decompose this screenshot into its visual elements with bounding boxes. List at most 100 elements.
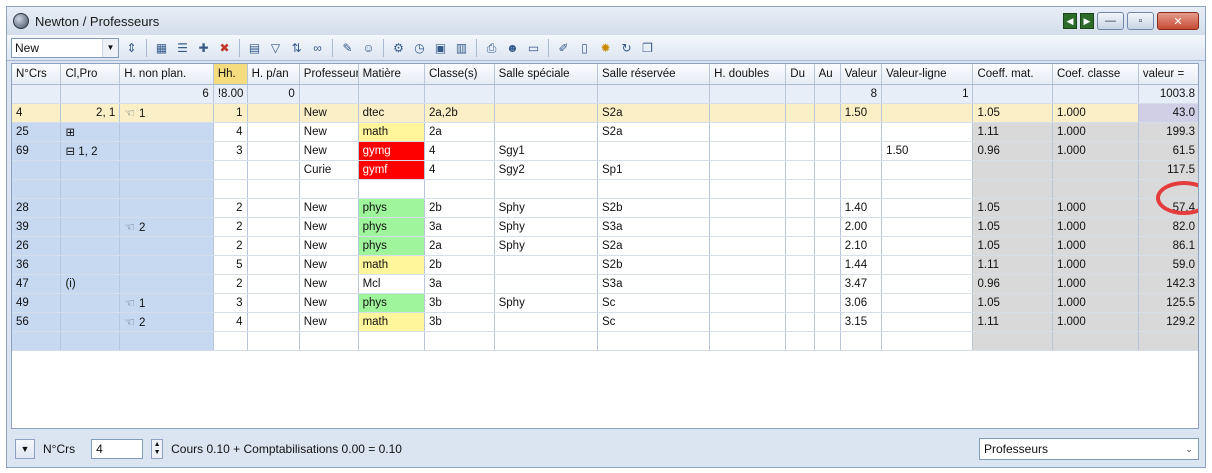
- table-cell-cls[interactable]: 2a,2b: [424, 103, 495, 123]
- link-icon[interactable]: ∞: [309, 39, 326, 56]
- table-cell-hh[interactable]: 3: [213, 293, 248, 313]
- table-cell-au[interactable]: [814, 179, 841, 199]
- col-header[interactable]: Coef. classe: [1052, 64, 1139, 85]
- table-cell-cc[interactable]: 1.000: [1052, 198, 1139, 218]
- table-cell-val[interactable]: 3.15: [840, 312, 883, 332]
- table-cell-mat[interactable]: Mcl: [358, 274, 425, 294]
- table-cell-ss[interactable]: Sgy1: [494, 141, 599, 161]
- table-cell-mat[interactable]: phys: [358, 236, 425, 256]
- table-cell-mat[interactable]: phys: [358, 293, 425, 313]
- list-icon[interactable]: ☰: [174, 39, 191, 56]
- table-cell-crs[interactable]: 56: [12, 312, 62, 332]
- table-cell-au[interactable]: [814, 122, 841, 142]
- table-cell-vl[interactable]: [881, 255, 974, 275]
- table-cell-vl[interactable]: [881, 293, 974, 313]
- filter-icon[interactable]: ▽: [267, 39, 284, 56]
- table-cell-sr[interactable]: S2b: [597, 255, 711, 275]
- table-cell-v[interactable]: 43.0: [1138, 103, 1198, 123]
- monitor-icon[interactable]: ▭: [525, 39, 542, 56]
- table-cell-hnp[interactable]: [119, 236, 214, 256]
- table-cell-cls[interactable]: 2a: [424, 122, 495, 142]
- gear-icon[interactable]: ✹: [597, 39, 614, 56]
- table-cell-hd[interactable]: [709, 141, 787, 161]
- table-cell-cm[interactable]: 1.11: [972, 312, 1053, 332]
- table-cell-vl[interactable]: [881, 236, 974, 256]
- table-cell-v[interactable]: 142.3: [1138, 274, 1198, 294]
- table-cell-au[interactable]: [814, 103, 841, 123]
- table-cell-au[interactable]: [814, 141, 841, 161]
- table-cell-sr[interactable]: S2b: [597, 198, 711, 218]
- table-cell-hpan[interactable]: [247, 122, 300, 142]
- table-cell-cl[interactable]: [60, 160, 121, 180]
- table-cell-crs[interactable]: 36: [12, 255, 62, 275]
- cycle-icon[interactable]: ↻: [618, 39, 635, 56]
- table-cell-cl[interactable]: [60, 312, 121, 332]
- table-cell-sr[interactable]: [597, 179, 711, 199]
- table-cell-hpan[interactable]: [247, 312, 300, 332]
- table-cell-crs[interactable]: 28: [12, 198, 62, 218]
- table-cell-val[interactable]: [840, 122, 883, 142]
- table-cell-val[interactable]: 1.50: [840, 103, 883, 123]
- table-cell-cm[interactable]: 1.05: [972, 236, 1053, 256]
- col-header[interactable]: Matière: [358, 64, 425, 85]
- table-cell-ss[interactable]: [494, 179, 599, 199]
- table-cell-au[interactable]: [814, 160, 841, 180]
- table-cell-crs[interactable]: 49: [12, 293, 62, 313]
- table-cell-prof[interactable]: New: [299, 198, 359, 218]
- table-cell-val[interactable]: 3.47: [840, 274, 883, 294]
- table-cell-hnp[interactable]: ☜ 2: [119, 312, 214, 332]
- table-cell-sr[interactable]: S2a: [597, 103, 711, 123]
- table-cell-val[interactable]: 1.44: [840, 255, 883, 275]
- table-cell-hnp[interactable]: ☜ 2: [119, 217, 214, 237]
- table-cell-hh[interactable]: 1: [213, 103, 248, 123]
- table-cell-cl[interactable]: [60, 236, 121, 256]
- table-cell-vl[interactable]: [881, 122, 974, 142]
- table-cell-du[interactable]: [785, 179, 815, 199]
- col-header[interactable]: Du: [785, 64, 815, 85]
- table-cell-mat[interactable]: math: [358, 312, 425, 332]
- next-arrow-icon[interactable]: ▶: [1080, 13, 1094, 29]
- table-cell-crs[interactable]: 25: [12, 122, 62, 142]
- people-icon[interactable]: ☻: [504, 39, 521, 56]
- table-cell-du[interactable]: [785, 331, 815, 351]
- table-cell-hd[interactable]: [709, 293, 787, 313]
- table-cell-prof[interactable]: New: [299, 312, 359, 332]
- table-row[interactable]: 25 ⊞ 4 New math 2a S2a 1.11 1.000 199.3: [12, 122, 1198, 142]
- table-cell-cc[interactable]: 1.000: [1052, 236, 1139, 256]
- chart-icon[interactable]: ▤: [246, 39, 263, 56]
- table-cell-hh[interactable]: 2: [213, 217, 248, 237]
- table-cell-hpan[interactable]: [247, 331, 300, 351]
- table-cell-v[interactable]: 199.3: [1138, 122, 1198, 142]
- table-row[interactable]: Curie gymf 4 Sgy2 Sp1 117.5: [12, 160, 1198, 180]
- table-cell-crs[interactable]: 4: [12, 103, 62, 123]
- table-cell-hpan[interactable]: [247, 274, 300, 294]
- table-cell-cm[interactable]: 1.05: [972, 103, 1053, 123]
- table-cell-sr[interactable]: S3a: [597, 274, 711, 294]
- table-row[interactable]: 28 2 New phys 2b Sphy S2b 1.40 1.05 1.000 57.4: [12, 198, 1198, 218]
- table-cell-cc[interactable]: [1052, 179, 1139, 199]
- table-cell-vl[interactable]: [881, 179, 974, 199]
- table-cell-val[interactable]: 2.10: [840, 236, 883, 256]
- table-cell-hnp[interactable]: [119, 274, 214, 294]
- clock-icon[interactable]: ◷: [411, 39, 428, 56]
- table-cell-prof[interactable]: New: [299, 122, 359, 142]
- table-cell-mat[interactable]: math: [358, 255, 425, 275]
- view-select[interactable]: Professeurs ⌄: [979, 438, 1199, 460]
- table-cell-prof[interactable]: New: [299, 274, 359, 294]
- table-row[interactable]: 56 ☜ 2 4 New math 3b Sc 3.15 1.11 1.000 129.2: [12, 312, 1198, 332]
- table-cell-cl[interactable]: [60, 198, 121, 218]
- table-cell-cm[interactable]: 1.11: [972, 122, 1053, 142]
- table-cell-vl[interactable]: [881, 312, 974, 332]
- table-cell-hpan[interactable]: [247, 255, 300, 275]
- table-cell-cls[interactable]: 3a: [424, 274, 495, 294]
- table-row[interactable]: 26 2 New phys 2a Sphy S2a 2.10 1.05 1.000 86.1: [12, 236, 1198, 256]
- table-cell-du[interactable]: [785, 274, 815, 294]
- table-cell-hd[interactable]: [709, 122, 787, 142]
- table-cell-hpan[interactable]: [247, 160, 300, 180]
- table-cell-cc[interactable]: [1052, 160, 1139, 180]
- table-cell-v[interactable]: 129.2: [1138, 312, 1198, 332]
- table-cell-cl[interactable]: ⊞: [60, 122, 121, 142]
- table-row[interactable]: 47 (i) 2 New Mcl 3a S3a 3.47 0.96 1.000 142.3: [12, 274, 1198, 294]
- previous-arrow-icon[interactable]: ◀: [1063, 13, 1077, 29]
- table-cell-cm[interactable]: [972, 179, 1053, 199]
